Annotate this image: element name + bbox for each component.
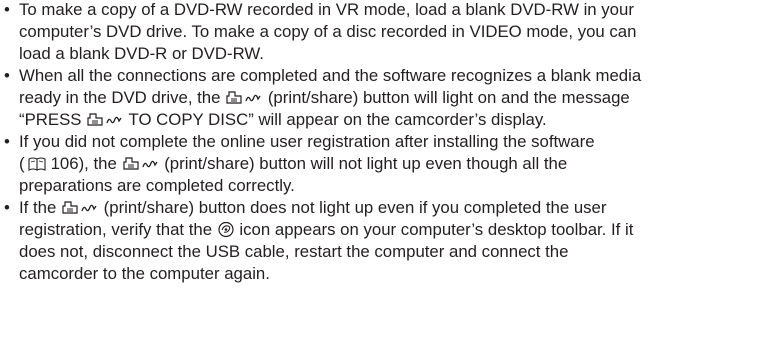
bullet-2-line-3: “PRESS TO COPY DISC” will appear on the … — [19, 109, 547, 131]
bullet-marker: • — [4, 66, 10, 85]
bullet-4-line-3: does not, disconnect the USB cable, rest… — [19, 242, 569, 261]
bullet-4-line-4: camcorder to the computer again. — [19, 264, 270, 283]
bullet-marker: • — [4, 132, 10, 151]
text-segment: ( — [19, 154, 25, 173]
bullet-2-line-2: ready in the DVD drive, the (print/share… — [19, 87, 630, 109]
bullet-3-line-1: If you did not complete the online user … — [19, 132, 595, 151]
desktop-app-icon — [217, 221, 235, 238]
text-segment: (print/share) button will light on and t… — [267, 88, 630, 107]
print-share-icon — [225, 89, 263, 106]
text-segment: TO COPY DISC” will appear on the camcord… — [128, 110, 547, 129]
text-segment: ready in the DVD drive, the — [19, 88, 221, 107]
text-segment: icon appears on your computer’s desktop … — [239, 220, 634, 239]
text-segment: “PRESS — [19, 110, 82, 129]
bullet-marker: • — [4, 198, 10, 217]
book-reference-icon — [27, 156, 47, 172]
text-segment: registration, verify that the — [19, 220, 213, 239]
bullet-2-line-1: When all the connections are completed a… — [19, 66, 642, 85]
bullet-1-line-1: To make a copy of a DVD-RW recorded in V… — [19, 0, 634, 19]
text-segment: (print/share) button does not light up e… — [103, 198, 607, 217]
print-share-icon — [86, 111, 124, 128]
bullet-3-line-2: ( 106), the (print/share) button will no… — [19, 153, 567, 175]
text-segment: If the — [19, 198, 57, 217]
instruction-notes: • To make a copy of a DVD-RW recorded in… — [0, 0, 760, 344]
bullet-1-line-3: load a blank DVD-R or DVD-RW. — [19, 44, 264, 63]
bullet-1-line-2: computer’s DVD drive. To make a copy of … — [19, 22, 637, 41]
bullet-4-line-2: registration, verify that the icon appea… — [19, 219, 633, 241]
bullet-3-line-3: preparations are completed correctly. — [19, 176, 295, 195]
text-segment: (print/share) button will not light up e… — [164, 154, 568, 173]
text-segment: 106), the — [50, 154, 117, 173]
bullet-marker: • — [4, 0, 10, 19]
print-share-icon — [122, 155, 160, 172]
print-share-icon — [61, 199, 99, 216]
bullet-4-line-1: If the (print/share) button does not lig… — [19, 197, 606, 219]
